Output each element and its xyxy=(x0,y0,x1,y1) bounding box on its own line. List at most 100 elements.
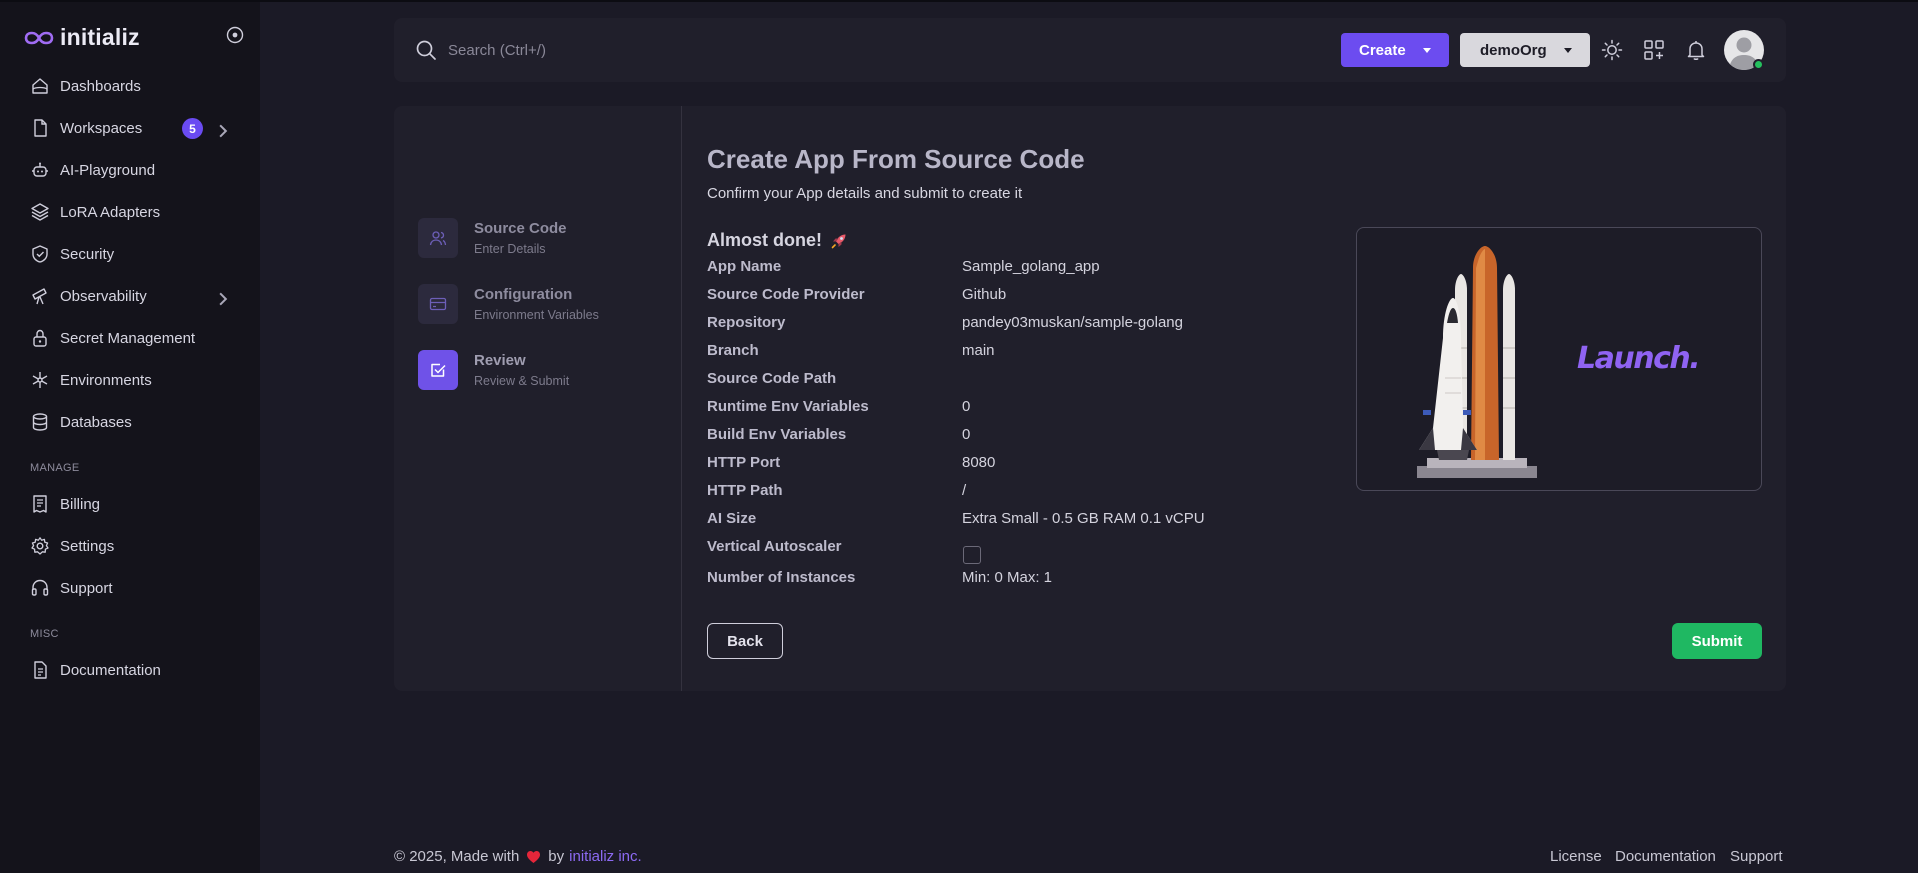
document-icon xyxy=(34,661,47,679)
sidebar-item-label: Security xyxy=(60,245,115,263)
users-icon xyxy=(429,231,447,246)
sidebar-item-databases[interactable]: Databases xyxy=(0,404,260,440)
company-link[interactable]: initializ inc. xyxy=(569,848,642,865)
submit-button[interactable]: Submit xyxy=(1672,623,1762,659)
heart-icon xyxy=(527,850,541,863)
detail-label-http-port: HTTP Port xyxy=(707,454,781,471)
detail-label-http-path: HTTP Path xyxy=(707,482,783,499)
step-title: Configuration xyxy=(474,286,573,303)
step-review[interactable]: Review Review & Submit xyxy=(418,350,658,394)
footer-link-license[interactable]: License xyxy=(1550,848,1602,865)
infinity-logo-icon xyxy=(24,31,54,44)
sun-icon[interactable] xyxy=(1600,38,1624,62)
sidebar-item-lora-adapters[interactable]: LoRA Adapters xyxy=(0,194,260,230)
by-text: by xyxy=(548,848,565,865)
launch-illustration: Launch. xyxy=(1356,227,1762,491)
footer-link-support[interactable]: Support xyxy=(1730,848,1783,865)
top-header: Create demoOrg xyxy=(394,18,1786,82)
online-status-dot xyxy=(1753,59,1764,70)
create-dropdown-button[interactable]: Create xyxy=(1341,33,1449,67)
copyright-text: © 2025, Made with xyxy=(394,848,520,865)
detail-label-app-name: App Name xyxy=(707,258,782,275)
sidebar-section-manage: MANAGE xyxy=(30,462,80,474)
detail-value-ai-size: Extra Small - 0.5 GB RAM 0.1 vCPU xyxy=(962,510,1205,527)
search-input[interactable] xyxy=(448,36,848,64)
sidebar-item-label: Settings xyxy=(60,537,115,555)
workspaces-count-badge: 5 xyxy=(182,118,203,139)
caret-down-icon xyxy=(1423,48,1431,53)
org-switcher-button[interactable]: demoOrg xyxy=(1460,33,1590,67)
detail-value-http-port: 8080 xyxy=(962,454,996,471)
sidebar-item-label: Databases xyxy=(60,413,132,431)
sidebar-item-label: Secret Management xyxy=(60,329,196,347)
sidebar-item-label: Documentation xyxy=(60,661,161,679)
sidebar-item-dashboards[interactable]: Dashboards xyxy=(0,68,260,104)
sidebar-item-label: Environments xyxy=(60,371,152,389)
sidebar-item-settings[interactable]: Settings xyxy=(0,528,260,564)
detail-value-http-path: / xyxy=(962,482,967,499)
sidebar-item-support[interactable]: Support xyxy=(0,570,260,606)
bell-icon[interactable] xyxy=(1684,38,1708,62)
brand-name: initializ xyxy=(60,24,140,50)
footer-link-documentation[interactable]: Documentation xyxy=(1615,848,1716,865)
sidebar-item-observability[interactable]: Observability xyxy=(0,278,260,314)
detail-value-source-provider: Github xyxy=(962,286,1007,303)
chevron-right-icon[interactable] xyxy=(213,121,233,141)
detail-label-repository: Repository xyxy=(707,314,786,331)
create-app-card: Source Code Enter Details Configuration … xyxy=(394,106,1786,691)
step-configuration[interactable]: Configuration Environment Variables xyxy=(418,284,658,328)
sidebar-item-secret-management[interactable]: Secret Management xyxy=(0,320,260,356)
checkbox-checked-icon xyxy=(431,363,446,377)
footer-copyright: © 2025, Made with by initializ inc. xyxy=(394,848,642,865)
headset-icon xyxy=(31,579,49,596)
chevron-right-icon[interactable] xyxy=(213,289,233,309)
almost-done-heading: Almost done! xyxy=(707,230,848,251)
sidebar-item-label: Workspaces xyxy=(60,119,143,137)
caret-down-icon xyxy=(1564,48,1572,53)
space-shuttle-illustration xyxy=(1417,246,1537,478)
snowflake-icon xyxy=(32,372,48,388)
home-icon xyxy=(32,78,48,94)
sidebar-item-security[interactable]: Security xyxy=(0,236,260,272)
back-button[interactable]: Back xyxy=(707,623,783,659)
detail-label-build-env: Build Env Variables xyxy=(707,426,847,443)
step-icon-box xyxy=(418,350,458,390)
rocket-icon xyxy=(831,234,846,248)
detail-label-runtime-env: Runtime Env Variables xyxy=(707,398,869,415)
launch-text: Launch. xyxy=(1577,341,1701,376)
sidebar-item-billing[interactable]: Billing xyxy=(0,486,260,522)
detail-value-branch: main xyxy=(962,342,995,359)
sidebar-item-documentation[interactable]: Documentation xyxy=(0,652,260,688)
page-subtitle: Confirm your App details and submit to c… xyxy=(707,185,1023,202)
sidebar-item-ai-playground[interactable]: AI-Playground xyxy=(0,152,260,188)
stepper-divider xyxy=(681,106,682,691)
almost-done-text: Almost done! xyxy=(707,230,822,250)
layers-icon xyxy=(31,203,49,221)
sidebar-item-label: Observability xyxy=(60,287,147,305)
detail-value-runtime-env: 0 xyxy=(962,398,971,415)
lock-icon xyxy=(33,329,47,347)
shield-check-icon xyxy=(32,245,48,263)
file-icon xyxy=(34,119,47,137)
apps-grid-add-icon[interactable] xyxy=(1642,38,1666,62)
brand[interactable]: initializ xyxy=(24,24,140,51)
telescope-icon xyxy=(32,288,47,305)
sidebar-item-label: LoRA Adapters xyxy=(60,203,161,221)
step-source-code[interactable]: Source Code Enter Details xyxy=(418,218,658,262)
detail-label-ai-size: AI Size xyxy=(707,510,757,527)
detail-value-app-name: Sample_golang_app xyxy=(962,258,1100,275)
step-subtitle: Review & Submit xyxy=(474,374,570,388)
sidebar-section-misc: MISC xyxy=(30,628,59,640)
sidebar-item-workspaces[interactable]: Workspaces 5 xyxy=(0,110,260,146)
org-label: demoOrg xyxy=(1480,41,1547,59)
vertical-autoscaler-checkbox[interactable] xyxy=(963,546,981,564)
sidebar-item-label: Support xyxy=(60,579,113,597)
collapse-sidebar-icon[interactable] xyxy=(226,26,244,44)
sidebar-item-label: AI-Playground xyxy=(60,161,156,179)
search-icon xyxy=(416,40,436,60)
sidebar-item-environments[interactable]: Environments xyxy=(0,362,260,398)
step-title: Source Code xyxy=(474,220,567,237)
sidebar-item-label: Billing xyxy=(60,495,101,513)
page-title: Create App From Source Code xyxy=(707,144,1085,174)
step-subtitle: Environment Variables xyxy=(474,308,599,322)
